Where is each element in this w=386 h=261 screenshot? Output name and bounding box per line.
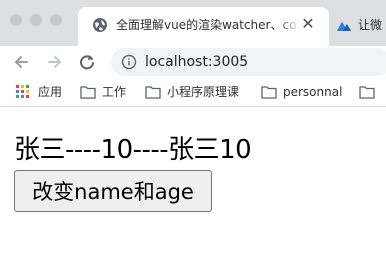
address-url: localhost:3005 [145, 54, 249, 70]
globe-icon [93, 18, 107, 32]
close-icon[interactable]: ✕ [300, 16, 316, 32]
page-content: 张三----10----张三10 改变name和age [0, 107, 386, 261]
render-output-text: 张三----10----张三10 [14, 135, 252, 165]
bookmark-label: 应用 [38, 85, 63, 99]
change-name-age-button[interactable]: 改变name和age [14, 170, 212, 212]
forward-arrow-icon[interactable] [44, 51, 66, 73]
window-close-dot[interactable] [10, 14, 22, 26]
bookmark-label: 工作 [102, 85, 127, 99]
folder-icon [359, 86, 375, 99]
info-icon[interactable] [121, 54, 137, 70]
back-arrow-icon[interactable] [10, 51, 32, 73]
bookmark-folder-overflow[interactable] [359, 83, 386, 101]
tab-active[interactable]: 全面理解vue的渲染watcher、computed和user watcher … [78, 7, 329, 46]
window-zoom-dot[interactable] [50, 14, 62, 26]
tab-inactive[interactable]: 让微 [330, 7, 386, 46]
tab-title: 全面理解vue的渲染watcher、computed和user watcher [116, 18, 298, 32]
tab-title-fade [278, 16, 300, 34]
folder-icon [80, 86, 96, 99]
folder-icon [261, 86, 277, 99]
folder-icon [145, 86, 161, 99]
browser-toolbar: localhost:3005 [0, 46, 386, 78]
reload-icon[interactable] [76, 51, 98, 73]
address-bar[interactable]: localhost:3005 [111, 48, 386, 76]
window-minimize-dot[interactable] [30, 14, 42, 26]
bookmark-label: 小程序原理课 [167, 85, 240, 99]
apps-grid-icon [16, 85, 29, 98]
bookmark-label: personnal [283, 85, 343, 99]
tab-title: 让微 [358, 18, 383, 32]
nuxt-logo-icon [337, 22, 351, 31]
bookmarks-bar: 应用 工作 小程序原理课 personnal [0, 78, 386, 107]
tab-strip: 全面理解vue的渲染watcher、computed和user watcher … [0, 0, 386, 46]
